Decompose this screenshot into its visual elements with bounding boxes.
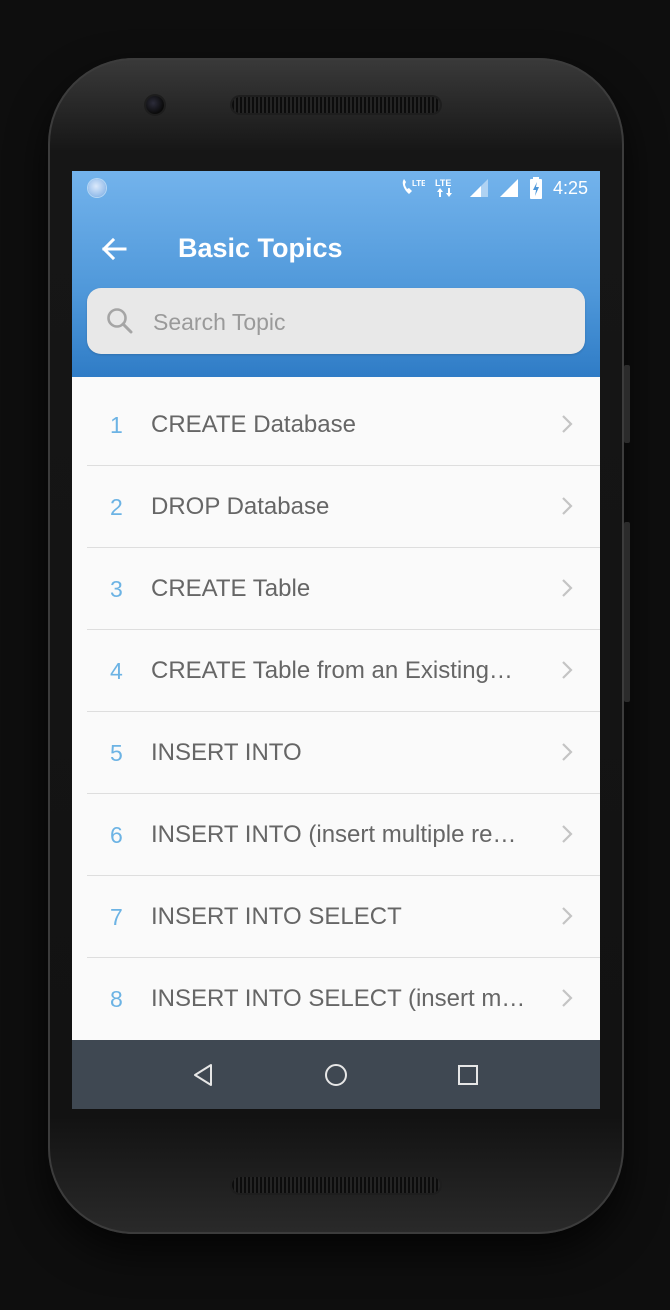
status-bar: LTE LTE 4:25 <box>72 171 600 205</box>
topic-list: 1 CREATE Database 2 DROP Database 3 CREA… <box>72 384 600 1040</box>
nav-back-button[interactable] <box>186 1058 220 1092</box>
status-icons: LTE LTE 4:25 <box>399 177 588 199</box>
item-number: 1 <box>110 412 123 438</box>
app-bar: Basic Topics <box>72 205 600 291</box>
back-button[interactable] <box>94 229 134 269</box>
nav-home-button[interactable] <box>319 1058 353 1092</box>
item-number: 4 <box>110 658 123 684</box>
list-item[interactable]: 4 CREATE Table from an Existing… <box>72 630 600 712</box>
chevron-right-icon <box>562 989 573 1007</box>
chevron-right-icon <box>562 415 573 433</box>
item-number: 7 <box>110 904 123 930</box>
list-item[interactable]: 3 CREATE Table <box>72 548 600 630</box>
signal-icon <box>469 179 488 197</box>
front-camera <box>146 96 164 114</box>
page-title: Basic Topics <box>178 233 343 263</box>
item-number: 3 <box>110 576 123 602</box>
item-label: INSERT INTO SELECT (insert m… <box>151 985 526 1012</box>
list-item[interactable]: 1 CREATE Database <box>72 384 600 466</box>
status-time: 4:25 <box>552 177 588 198</box>
item-label: CREATE Table <box>151 575 311 602</box>
back-triangle-icon <box>194 1064 212 1086</box>
chevron-right-icon <box>562 825 573 843</box>
power-button <box>624 365 630 443</box>
battery-charging-icon <box>529 177 542 199</box>
chevron-right-icon <box>562 743 573 761</box>
arrow-left-icon <box>101 237 127 261</box>
item-label: CREATE Database <box>151 411 356 438</box>
lte-data-icon: LTE <box>435 178 452 197</box>
item-number: 6 <box>110 822 123 848</box>
list-item[interactable]: 8 INSERT INTO SELECT (insert m… <box>72 958 600 1040</box>
recents-square-icon <box>458 1065 478 1085</box>
search-input[interactable] <box>151 288 575 356</box>
svg-text:LTE: LTE <box>435 178 451 188</box>
item-number: 2 <box>110 494 123 520</box>
chevron-right-icon <box>562 661 573 679</box>
svg-text:LTE: LTE <box>412 179 425 188</box>
top-speaker <box>232 97 440 113</box>
chevron-right-icon <box>562 907 573 925</box>
home-circle-icon <box>325 1064 347 1086</box>
item-label: INSERT INTO SELECT <box>151 903 402 930</box>
item-label: CREATE Table from an Existing… <box>151 657 513 684</box>
list-item[interactable]: 2 DROP Database <box>72 466 600 548</box>
search-icon <box>105 306 135 336</box>
nav-recents-button[interactable] <box>451 1058 485 1092</box>
bottom-speaker <box>232 1177 440 1193</box>
volume-button <box>624 522 630 702</box>
item-number: 8 <box>110 986 123 1012</box>
search-bar[interactable] <box>87 288 585 356</box>
chevron-right-icon <box>562 497 573 515</box>
chevron-right-icon <box>562 579 573 597</box>
item-label: INSERT INTO (insert multiple re… <box>151 821 517 848</box>
app-screen: LTE LTE 4:25 Basic Topics Search Topic 1… <box>72 171 600 1109</box>
system-nav-bar <box>72 1040 600 1109</box>
list-item[interactable]: 5 INSERT INTO <box>72 712 600 794</box>
item-label: DROP Database <box>151 493 330 520</box>
list-item[interactable]: 7 INSERT INTO SELECT <box>72 876 600 958</box>
item-label: INSERT INTO <box>151 739 302 766</box>
item-number: 5 <box>110 740 123 766</box>
notification-dot-icon <box>88 179 106 197</box>
signal-icon <box>499 179 518 197</box>
header: LTE LTE 4:25 Basic Topics Search Topic <box>72 171 600 377</box>
list-item[interactable]: 6 INSERT INTO (insert multiple re… <box>72 794 600 876</box>
wifi-calling-icon: LTE <box>402 179 425 194</box>
